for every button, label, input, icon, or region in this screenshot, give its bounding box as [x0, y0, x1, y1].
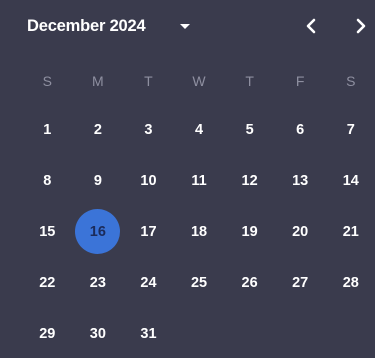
weekday-label: S — [42, 73, 52, 89]
weekday-label: T — [245, 73, 254, 89]
day-cell[interactable]: 8 — [22, 155, 73, 206]
chevron-left-icon — [306, 18, 316, 34]
empty-day-cell — [174, 308, 225, 359]
day-cell[interactable]: 27 — [275, 257, 326, 308]
day-number: 16 — [89, 223, 106, 240]
day-cell[interactable]: 21 — [325, 206, 375, 257]
day-cell[interactable]: 22 — [22, 257, 73, 308]
weekday-label: F — [295, 73, 305, 89]
chevron-right-icon — [356, 18, 366, 34]
day-number: 17 — [140, 223, 157, 240]
day-cell[interactable]: 14 — [325, 155, 375, 206]
month-dropdown-button[interactable] — [174, 16, 196, 36]
day-cell[interactable]: 1 — [22, 104, 73, 155]
day-cell[interactable]: 18 — [174, 206, 225, 257]
week-row: 8 9 10 11 12 13 14 — [22, 155, 375, 206]
day-cell[interactable]: 9 — [73, 155, 124, 206]
day-cell[interactable]: 28 — [325, 257, 375, 308]
day-number: 22 — [39, 274, 56, 291]
day-cell[interactable]: 3 — [123, 104, 174, 155]
day-number: 25 — [190, 274, 208, 291]
day-cell-selected[interactable]: 16 — [73, 206, 124, 257]
empty-day-cell — [275, 308, 326, 359]
empty-day-cell — [224, 308, 275, 359]
next-month-button[interactable] — [350, 15, 372, 37]
day-number: 10 — [140, 172, 157, 189]
day-number: 6 — [296, 121, 305, 138]
day-number: 30 — [89, 325, 106, 342]
day-cell[interactable]: 26 — [224, 257, 275, 308]
day-number: 9 — [93, 172, 102, 189]
day-number: 31 — [140, 325, 157, 342]
day-cell[interactable]: 23 — [73, 257, 124, 308]
day-number: 23 — [89, 274, 106, 291]
day-number: 18 — [190, 223, 208, 240]
calendar-header: December 2024 — [0, 0, 375, 52]
weekday-header-row: S M T W T F S — [22, 58, 375, 104]
day-number: 24 — [140, 274, 157, 291]
day-cell[interactable]: 7 — [325, 104, 375, 155]
previous-month-button[interactable] — [300, 15, 322, 37]
week-row: 29 30 31 — [22, 308, 375, 359]
date-picker: December 2024 S M T W T F S 1 2 3 4 5 6 … — [0, 0, 375, 358]
day-number: 5 — [245, 121, 254, 138]
week-row: 1 2 3 4 5 6 7 — [22, 104, 375, 155]
day-cell[interactable]: 4 — [174, 104, 225, 155]
day-cell[interactable]: 11 — [174, 155, 225, 206]
day-cell[interactable]: 20 — [275, 206, 326, 257]
empty-day-cell — [325, 308, 375, 359]
week-row: 22 23 24 25 26 27 28 — [22, 257, 375, 308]
calendar-grid: S M T W T F S 1 2 3 4 5 6 7 8 9 10 11 12… — [22, 58, 375, 359]
day-cell[interactable]: 31 — [123, 308, 174, 359]
day-number: 3 — [144, 121, 153, 138]
day-cell[interactable]: 17 — [123, 206, 174, 257]
day-number: 27 — [292, 274, 309, 291]
day-number: 26 — [241, 274, 258, 291]
week-row: 15 16 17 18 19 20 21 — [22, 206, 375, 257]
month-year-label[interactable]: December 2024 — [27, 16, 146, 36]
day-cell[interactable]: 12 — [224, 155, 275, 206]
day-cell[interactable]: 15 — [22, 206, 73, 257]
day-cell[interactable]: 2 — [73, 104, 124, 155]
day-number: 20 — [292, 223, 309, 240]
day-number: 19 — [241, 223, 258, 240]
day-number: 21 — [342, 223, 359, 240]
day-cell[interactable]: 5 — [224, 104, 275, 155]
day-number: 4 — [194, 121, 204, 138]
day-number: 1 — [43, 121, 52, 138]
day-cell[interactable]: 29 — [22, 308, 73, 359]
day-cell[interactable]: 13 — [275, 155, 326, 206]
weekday-label: T — [144, 73, 153, 89]
day-cell[interactable]: 24 — [123, 257, 174, 308]
day-number: 7 — [346, 121, 355, 138]
day-number: 11 — [191, 172, 207, 189]
day-cell[interactable]: 25 — [174, 257, 225, 308]
day-number: 28 — [342, 274, 359, 291]
day-number: 2 — [93, 121, 102, 138]
weekday-label: W — [192, 73, 206, 89]
day-cell[interactable]: 6 — [275, 104, 326, 155]
day-number: 29 — [39, 325, 56, 342]
day-number: 14 — [342, 172, 359, 189]
caret-down-icon — [180, 24, 190, 29]
day-cell[interactable]: 19 — [224, 206, 275, 257]
day-number: 12 — [241, 172, 258, 189]
weekday-label: S — [346, 73, 356, 89]
day-cell[interactable]: 10 — [123, 155, 174, 206]
day-number: 13 — [292, 172, 309, 189]
weekday-label: M — [92, 73, 104, 89]
day-number: 8 — [43, 172, 52, 189]
day-cell[interactable]: 30 — [73, 308, 124, 359]
day-number: 15 — [39, 223, 56, 240]
